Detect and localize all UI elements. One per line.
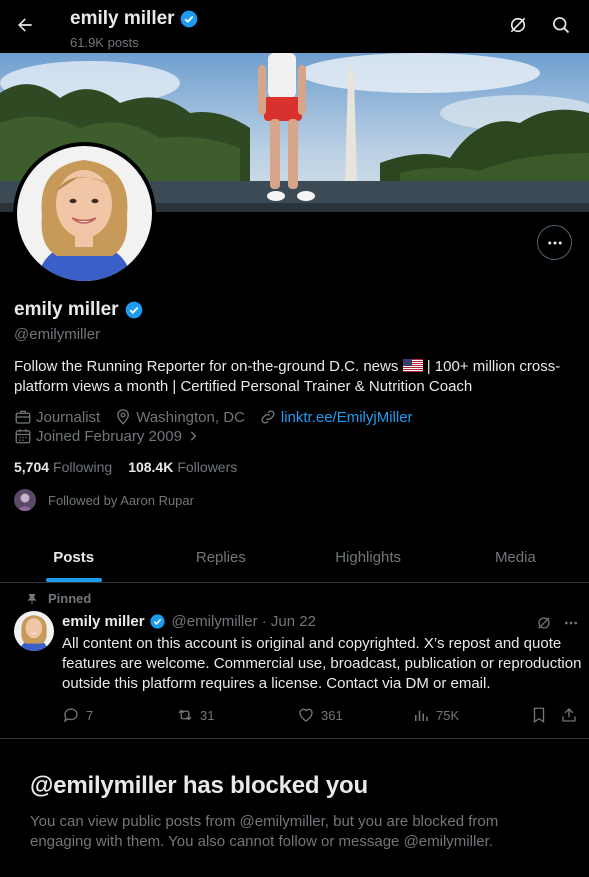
tab-posts-label: Posts <box>53 549 95 566</box>
follow-stats: 5,704 Following 108.4K Followers <box>14 459 237 475</box>
arrow-left-icon <box>18 18 32 32</box>
tweet-more-button[interactable] <box>560 613 582 633</box>
reply-count: 7 <box>86 707 94 723</box>
calendar-icon <box>15 429 31 444</box>
tweet-header: emily miller @emilymiller · Jun 22 <box>62 613 316 630</box>
header-name: emily miller <box>70 8 199 30</box>
share-icon <box>562 708 576 722</box>
header-posts-count: 61.9K posts <box>70 35 139 50</box>
category-text: Journalist <box>36 408 101 426</box>
views-button[interactable]: 75K <box>412 706 459 724</box>
follower-avatar <box>14 489 36 511</box>
tweet-actions: 7 31 361 75K <box>62 706 582 728</box>
followers-count: 108.4K <box>128 459 174 475</box>
location-text: Washington, DC <box>136 408 245 426</box>
bookmark-icon <box>533 707 545 724</box>
joined-text: Joined February 2009 <box>36 427 182 445</box>
location-item: Washington, DC <box>114 408 245 426</box>
profile-tabs: Posts Replies Highlights Media <box>0 533 589 583</box>
verified-badge-icon[interactable] <box>179 9 199 29</box>
reply-icon <box>63 708 78 723</box>
views-count: 75K <box>436 707 460 723</box>
header-name-text: emily miller <box>70 8 175 29</box>
followed-by-row[interactable]: Followed by Aaron Rupar <box>14 489 194 511</box>
search-button[interactable] <box>548 12 574 38</box>
repost-count: 31 <box>200 707 215 723</box>
top-header: emily miller 61.9K posts <box>0 0 589 53</box>
tweet-author-name[interactable]: emily miller <box>62 613 145 630</box>
share-button[interactable] <box>560 706 578 724</box>
profile-handle: @emilymiller <box>14 326 101 343</box>
tab-media[interactable]: Media <box>442 533 589 582</box>
joined-item[interactable]: Joined February 2009 <box>14 427 200 445</box>
more-horizontal-icon <box>547 241 562 244</box>
bookmark-button[interactable] <box>530 706 548 724</box>
category-item: Journalist <box>14 408 100 426</box>
repost-button[interactable]: 31 <box>176 706 214 724</box>
like-button[interactable]: 361 <box>297 706 343 724</box>
profile-meta-row-1: Journalist Washington, DC linktr.ee/Emil… <box>14 408 427 426</box>
bar-chart-icon <box>415 710 428 721</box>
tab-highlights-label: Highlights <box>335 549 402 566</box>
pinned-text: Pinned <box>48 591 92 606</box>
briefcase-icon <box>15 410 31 424</box>
profile-meta-row-2: Joined February 2009 <box>14 427 214 445</box>
website-link[interactable]: linktr.ee/EmilyjMiller <box>281 409 413 426</box>
link-icon <box>261 410 275 424</box>
grok-button[interactable] <box>505 12 531 38</box>
chevron-right-icon <box>190 431 197 441</box>
tab-replies-label: Replies <box>195 549 246 566</box>
profile-bio: Follow the Running Reporter for on-the-g… <box>14 357 574 397</box>
heart-icon <box>299 708 313 722</box>
tab-highlights[interactable]: Highlights <box>295 533 442 582</box>
followers-link[interactable]: 108.4K Followers <box>128 459 237 475</box>
profile-name-text: emily miller <box>14 299 119 320</box>
profile-avatar[interactable] <box>13 142 156 285</box>
like-count: 361 <box>321 707 343 723</box>
grok-icon <box>538 617 550 629</box>
us-flag-icon <box>402 359 423 372</box>
followers-label: Followers <box>177 459 238 475</box>
pin-icon <box>27 593 37 604</box>
verified-badge-icon[interactable] <box>124 300 144 320</box>
tweet-grok-button[interactable] <box>533 613 555 633</box>
section-divider <box>0 738 589 739</box>
tab-replies[interactable]: Replies <box>147 533 294 582</box>
blocked-title: @emilymiller has blocked you <box>30 772 368 799</box>
following-link[interactable]: 5,704 Following <box>14 459 112 475</box>
blocked-message: You can view public posts from @emilymil… <box>30 813 499 850</box>
tab-posts[interactable]: Posts <box>0 533 147 582</box>
active-tab-indicator <box>45 578 102 582</box>
tweet-avatar[interactable] <box>14 611 54 651</box>
location-pin-icon <box>117 409 130 425</box>
repost-icon <box>178 709 192 721</box>
more-horizontal-icon <box>565 621 577 625</box>
bio-text-1: Follow the Running Reporter for on-the-g… <box>14 358 399 375</box>
more-options-button[interactable] <box>537 225 572 260</box>
tab-media-label: Media <box>494 549 536 566</box>
pinned-label: Pinned <box>27 591 92 606</box>
reply-button[interactable]: 7 <box>62 706 93 724</box>
website-item[interactable]: linktr.ee/EmilyjMiller <box>259 408 413 426</box>
following-count: 5,704 <box>14 459 50 475</box>
tweet-text: All content on this account is original … <box>62 635 582 692</box>
back-button[interactable] <box>8 8 42 42</box>
verified-badge-icon[interactable] <box>149 613 166 630</box>
grok-icon <box>510 17 526 33</box>
search-icon <box>553 17 570 34</box>
following-label: Following <box>53 459 113 475</box>
profile-name: emily miller <box>14 299 144 321</box>
tweet-handle-date[interactable]: @emilymiller · Jun 22 <box>172 613 316 630</box>
followed-by-text: Followed by Aaron Rupar <box>48 492 194 508</box>
